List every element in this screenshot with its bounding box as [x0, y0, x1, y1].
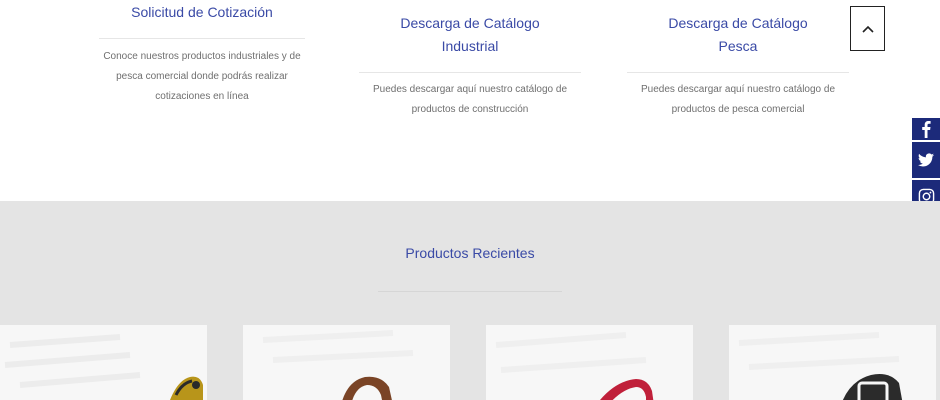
service-title[interactable]: Descarga de Catálogo Pesca — [624, 12, 852, 58]
service-description: Conoce nuestros productos industriales y… — [103, 51, 301, 102]
red-harness-image — [486, 325, 693, 400]
recent-products-section: Productos Recientes — [0, 201, 940, 400]
service-description: Puedes descargar aquí nuestro catálogo d… — [640, 84, 836, 115]
twitter-link[interactable] — [912, 142, 940, 178]
service-title-line1: Descarga de Catálogo — [668, 15, 808, 31]
brown-belt-image — [243, 325, 450, 400]
divider — [378, 291, 562, 292]
facebook-icon — [922, 121, 931, 138]
service-description: Puedes descargar aquí nuestro catálogo d… — [372, 84, 568, 115]
service-title[interactable]: Solicitud de Cotización — [96, 1, 308, 24]
service-fishing-catalog[interactable]: Descarga de Catálogo Pesca Puedes descar… — [624, 12, 852, 120]
service-title-line2: Pesca — [718, 38, 758, 54]
product-card[interactable] — [243, 325, 450, 400]
divider — [627, 72, 849, 73]
yellow-glove-image — [0, 325, 207, 400]
product-card[interactable] — [729, 325, 936, 400]
service-industrial-catalog[interactable]: Descarga de Catálogo Industrial Puedes d… — [356, 12, 584, 120]
section-title: Productos Recientes — [405, 245, 535, 261]
divider — [359, 72, 581, 73]
product-card[interactable] — [0, 325, 207, 400]
service-title-line1: Descarga de Catálogo — [400, 15, 540, 31]
black-strap-image — [729, 325, 936, 400]
page: Solicitud de Cotización Conoce nuestros … — [0, 0, 940, 400]
service-title-line2: Industrial — [441, 38, 499, 54]
back-to-top-button[interactable] — [850, 6, 885, 51]
facebook-link[interactable] — [912, 118, 940, 140]
chevron-up-icon — [861, 25, 874, 33]
service-quote-request[interactable]: Solicitud de Cotización Conoce nuestros … — [96, 0, 308, 107]
product-card[interactable] — [486, 325, 693, 400]
service-title[interactable]: Descarga de Catálogo Industrial — [356, 12, 584, 58]
twitter-icon — [918, 153, 934, 167]
divider — [99, 38, 305, 39]
services-section: Solicitud de Cotización Conoce nuestros … — [0, 0, 940, 201]
